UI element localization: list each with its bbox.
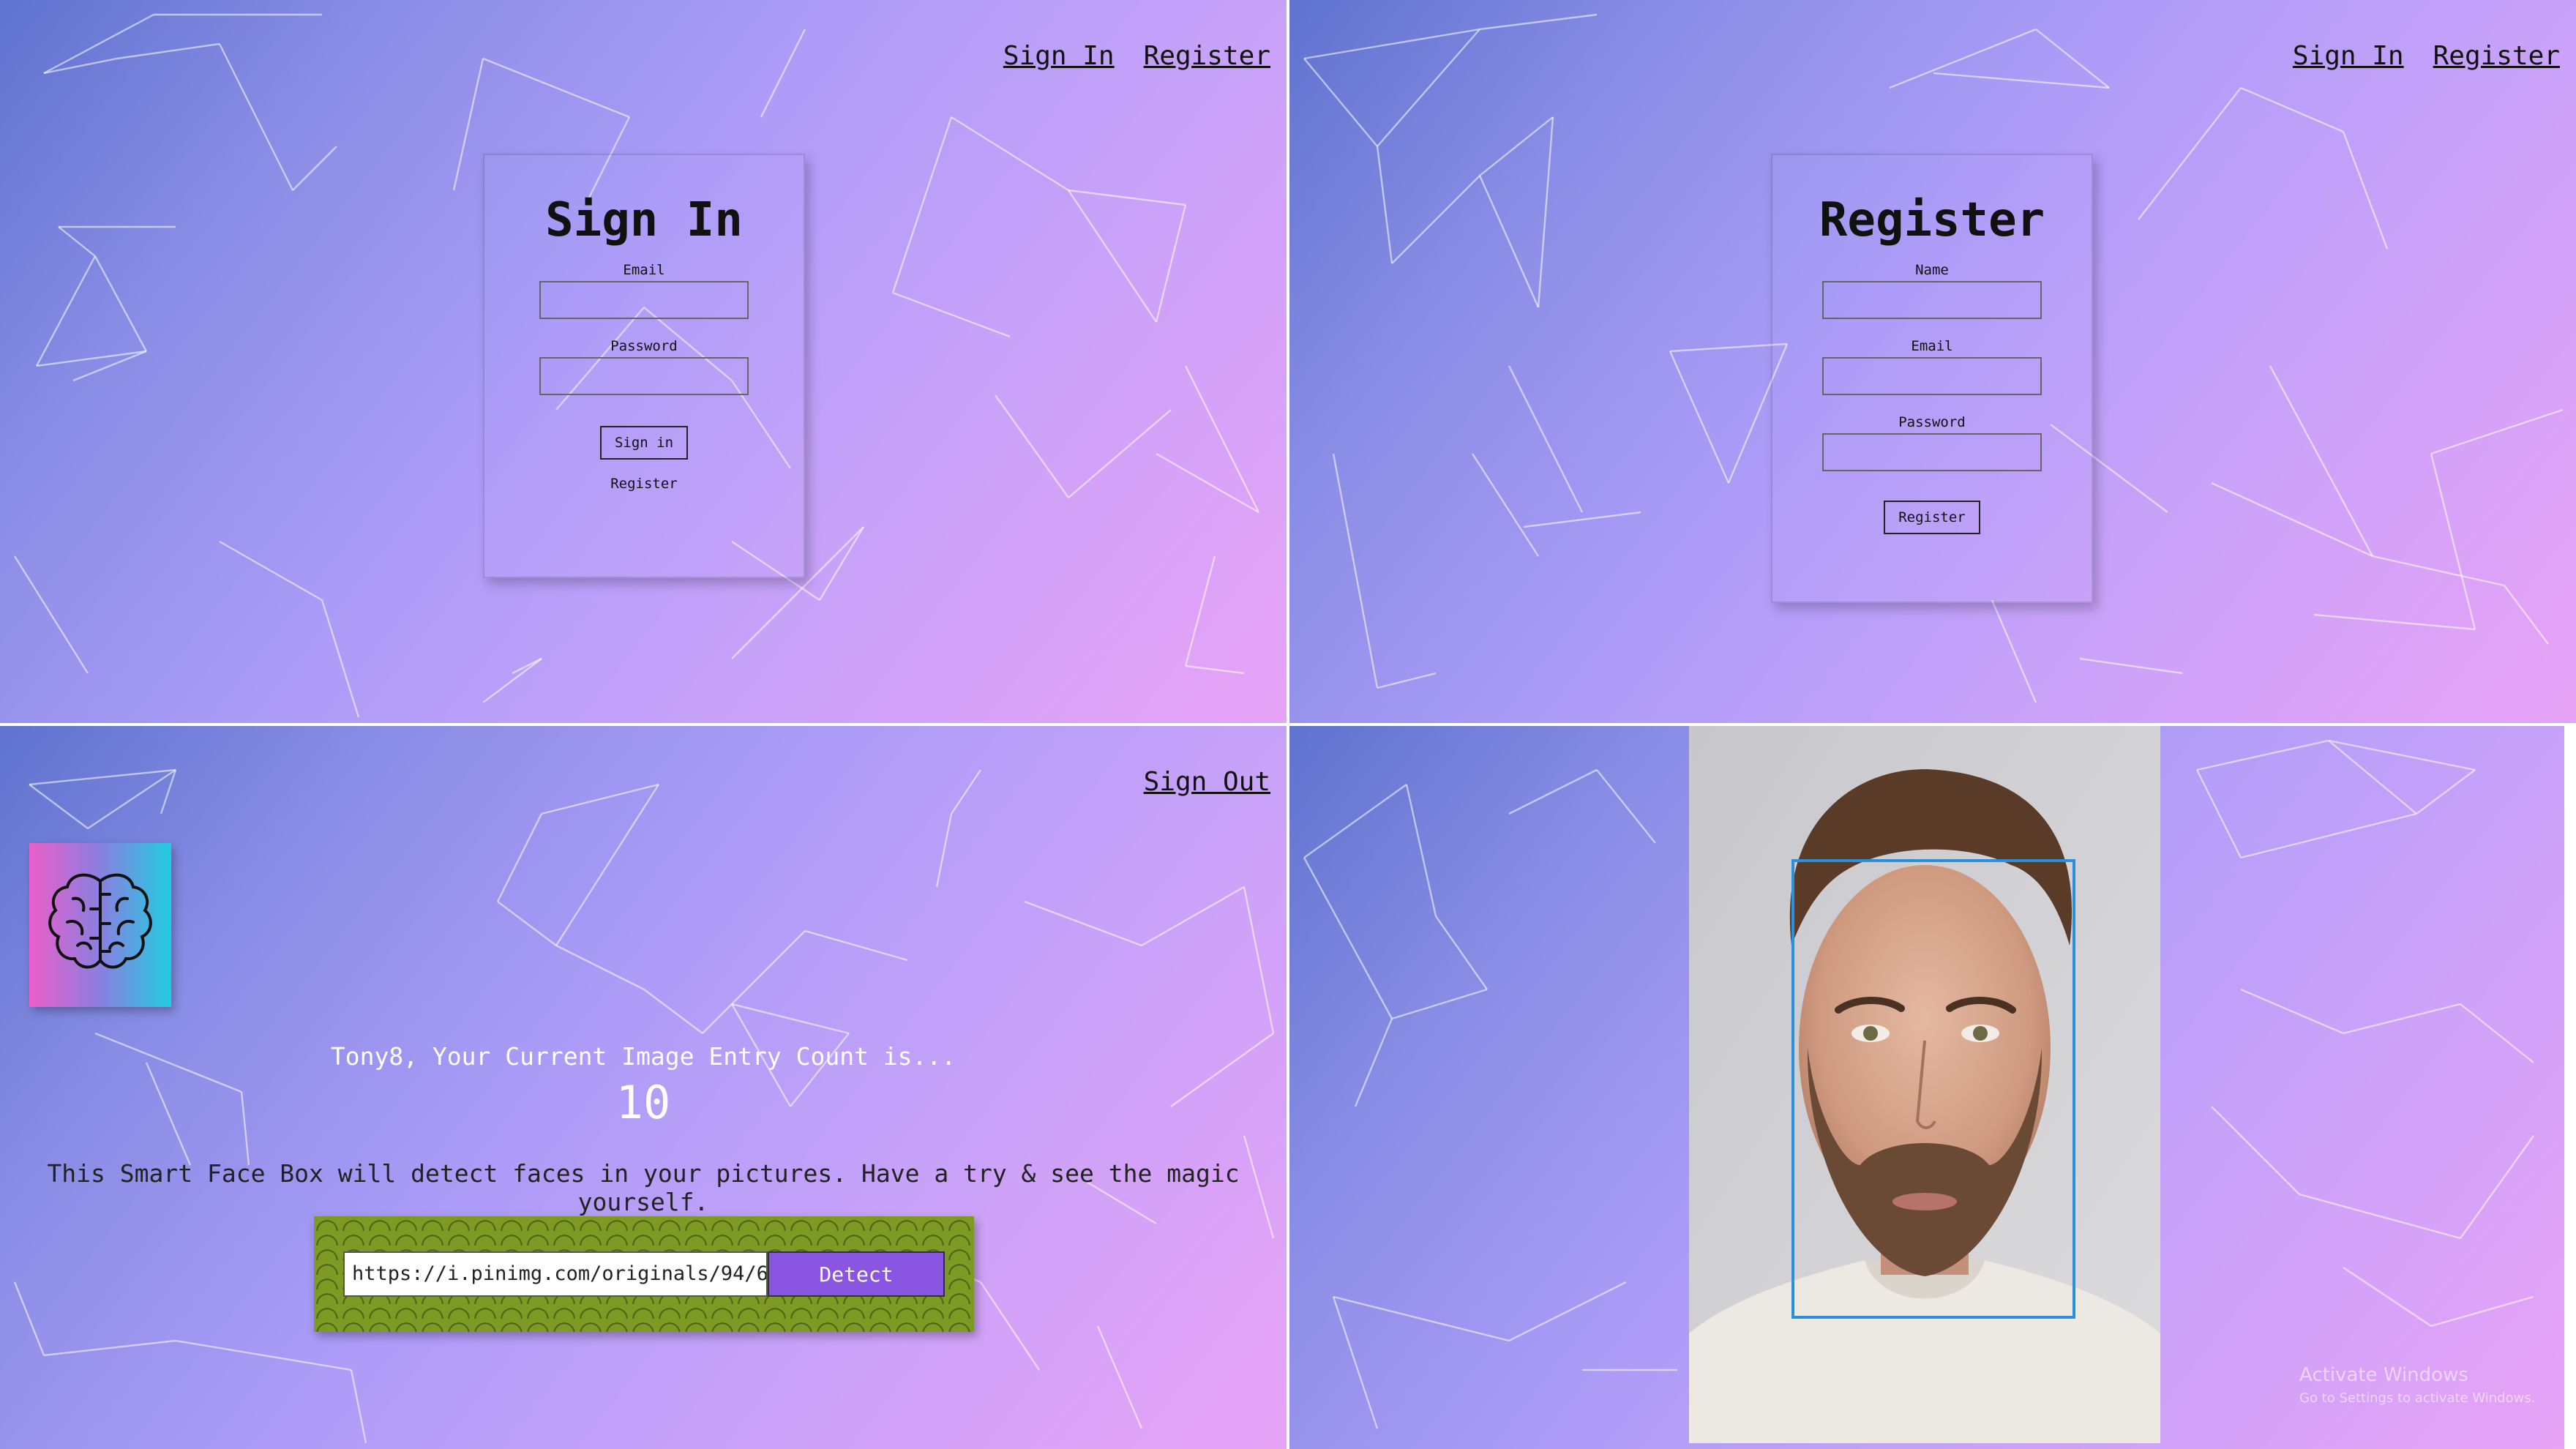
password-label: Password <box>1898 414 1966 430</box>
password-field[interactable] <box>539 357 749 395</box>
page-title: Register <box>1819 193 2045 247</box>
page-title: Sign In <box>545 193 743 247</box>
name-label: Name <box>1915 262 1949 278</box>
register-card: Register Name Email Password Register <box>1771 154 2093 603</box>
face-bounding-box <box>1791 859 2075 1319</box>
nav-signin-link[interactable]: Sign In <box>2293 41 2404 71</box>
nav-signout-link[interactable]: Sign Out <box>1144 767 1270 797</box>
nav-register-link[interactable]: Register <box>2433 41 2560 71</box>
email-field[interactable] <box>539 281 749 319</box>
signin-screen: Sign In Register Sign In Email Password … <box>0 0 1287 723</box>
register-screen: Sign In Register Register Name Email Pas… <box>1289 0 2576 723</box>
password-field[interactable] <box>1822 433 2042 471</box>
windows-activation-watermark: Activate Windows Go to Settings to activ… <box>2299 1364 2535 1406</box>
email-label: Email <box>623 262 665 278</box>
result-screen: Activate Windows Go to Settings to activ… <box>1289 726 2564 1449</box>
app-description: This Smart Face Box will detect faces in… <box>47 1159 1240 1216</box>
password-label: Password <box>610 338 678 354</box>
signin-card: Sign In Email Password Sign in Register <box>483 154 805 578</box>
entry-count-value: 10 <box>615 1076 671 1129</box>
home-screen: Sign Out Tony8, Your Current Image Entry… <box>0 726 1287 1449</box>
top-nav: Sign In Register <box>1003 41 1270 71</box>
image-url-form: https://i.pinimg.com/originals/94/6e Det… <box>314 1216 974 1332</box>
nav-register-link[interactable]: Register <box>1144 41 1270 71</box>
signin-button[interactable]: Sign in <box>599 426 689 460</box>
detect-button[interactable]: Detect <box>768 1251 945 1297</box>
entry-count-title: Tony8, Your Current Image Entry Count is… <box>330 1042 956 1071</box>
name-field[interactable] <box>1822 281 2042 319</box>
watermark-subtitle: Go to Settings to activate Windows. <box>2299 1390 2536 1406</box>
email-field[interactable] <box>1822 357 2042 395</box>
image-url-input[interactable]: https://i.pinimg.com/originals/94/6e <box>343 1251 768 1297</box>
brain-icon <box>48 873 152 969</box>
register-button[interactable]: Register <box>1884 501 1980 534</box>
register-link[interactable]: Register <box>610 476 678 492</box>
email-label: Email <box>1911 338 1953 354</box>
app-logo[interactable] <box>29 843 171 1007</box>
top-nav: Sign In Register <box>2293 41 2560 71</box>
uploaded-photo <box>1689 726 2160 1443</box>
nav-signin-link[interactable]: Sign In <box>1003 41 1115 71</box>
top-nav: Sign Out <box>1144 767 1270 797</box>
watermark-title: Activate Windows <box>2299 1364 2468 1386</box>
